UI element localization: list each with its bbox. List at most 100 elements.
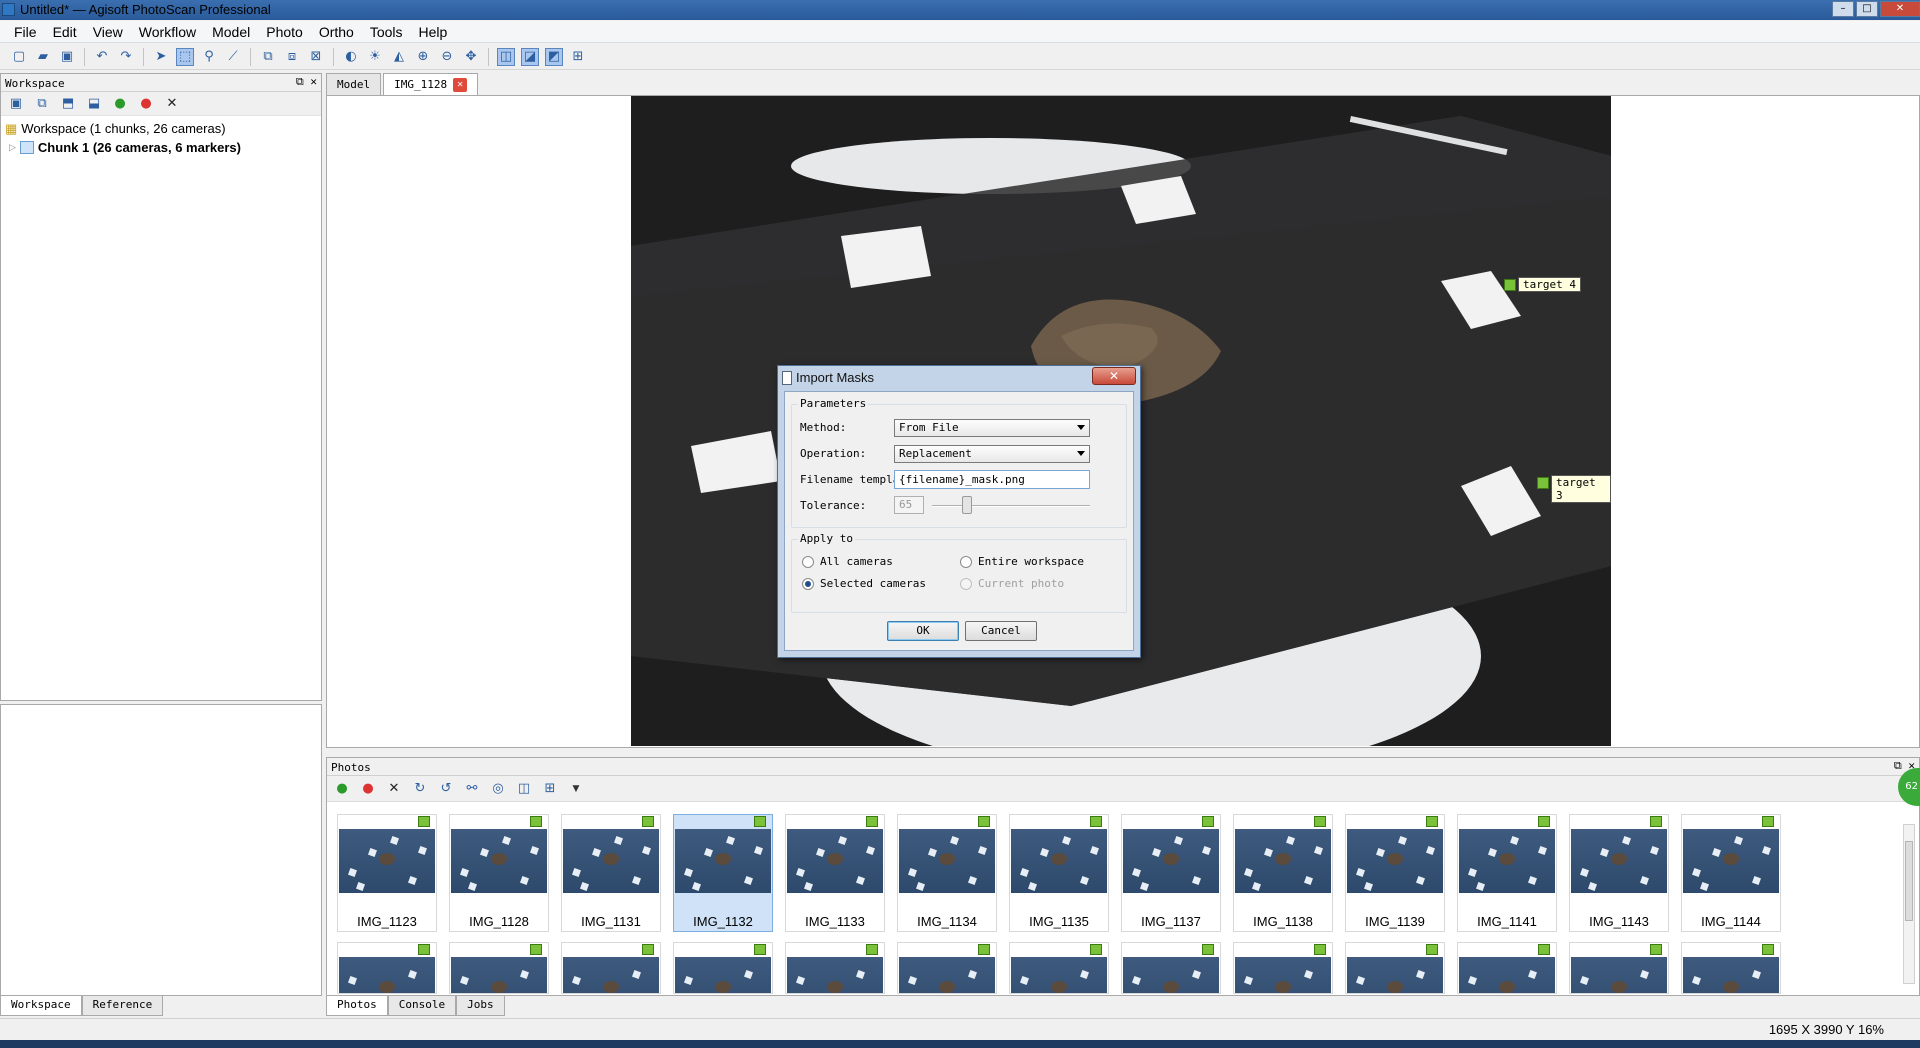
photo-thumbnail[interactable]: IMG_1133	[785, 814, 885, 932]
merge-chunks-icon[interactable]: ⬓	[85, 95, 103, 113]
redo-icon[interactable]: ↷	[117, 48, 135, 66]
disable-camera-icon[interactable]: ●	[359, 780, 377, 798]
mask-icon[interactable]: ◫	[515, 780, 533, 798]
rotate-left-icon[interactable]: ↺	[437, 780, 455, 798]
view-mode-icon[interactable]: ⊞	[541, 780, 559, 798]
photo-thumbnail[interactable]: IMG_1144	[1681, 814, 1781, 932]
photo-thumbnail[interactable]	[561, 942, 661, 994]
ruler-icon[interactable]: ⟋	[224, 48, 242, 66]
tab-reference[interactable]: Reference	[81, 996, 164, 1016]
photo-thumbnail[interactable]: IMG_1123	[337, 814, 437, 932]
dialog-close-button[interactable]: ✕	[1092, 367, 1136, 385]
menu-view[interactable]: View	[85, 24, 131, 40]
tab-model[interactable]: Model	[326, 73, 382, 95]
remove-icon[interactable]: ✕	[163, 95, 181, 113]
photo-thumbnail[interactable]	[337, 942, 437, 994]
close-tab-icon[interactable]: ✕	[453, 77, 468, 92]
tolerance-spinbox[interactable]: 65	[894, 496, 924, 514]
tab-photo[interactable]: IMG_1128 ✕	[383, 73, 479, 95]
subtract-selection-icon[interactable]: ⧈	[283, 48, 301, 66]
photo-thumbnail[interactable]	[1681, 942, 1781, 994]
undo-icon[interactable]: ↶	[93, 48, 111, 66]
save-icon[interactable]: ▣	[58, 48, 76, 66]
photo-thumbnail[interactable]: IMG_1138	[1233, 814, 1333, 932]
tab-workspace[interactable]: Workspace	[0, 996, 82, 1016]
cancel-button[interactable]: Cancel	[965, 621, 1037, 641]
show-markers-icon[interactable]: ◪	[521, 47, 539, 66]
enable-icon[interactable]: ●	[111, 95, 129, 113]
open-icon[interactable]: ▰	[34, 48, 52, 66]
chevron-down-icon[interactable]: ▼	[567, 780, 585, 798]
filename-template-input[interactable]: {filename}_mask.png	[894, 470, 1090, 489]
grid-icon[interactable]: ⊞	[569, 48, 587, 66]
photo-thumbnail[interactable]: IMG_1139	[1345, 814, 1445, 932]
marker-flag-icon[interactable]	[1537, 477, 1549, 489]
photo-thumbnail[interactable]: IMG_1131	[561, 814, 661, 932]
add-chunk-icon[interactable]: ▣	[7, 95, 25, 113]
all-cameras-label[interactable]: All cameras	[820, 555, 893, 568]
expand-icon[interactable]: ▷	[9, 142, 16, 153]
remove-camera-icon[interactable]: ✕	[385, 780, 403, 798]
entire-workspace-radio[interactable]	[960, 556, 972, 568]
menu-file[interactable]: File	[6, 24, 45, 40]
brightness-icon[interactable]: ☀	[366, 48, 384, 66]
ok-button[interactable]: OK	[887, 621, 959, 641]
photo-thumbnail[interactable]: IMG_1134	[897, 814, 997, 932]
maximize-button[interactable]: □	[1856, 1, 1878, 17]
photo-thumbnail[interactable]	[1569, 942, 1669, 994]
all-cameras-radio[interactable]	[802, 556, 814, 568]
menu-photo[interactable]: Photo	[258, 24, 311, 40]
photo-thumbnail[interactable]	[1233, 942, 1333, 994]
photo-thumbnail[interactable]	[1121, 942, 1221, 994]
tolerance-slider-track[interactable]	[932, 505, 1090, 507]
show-masks-icon[interactable]: ◫	[497, 47, 515, 66]
zoom-in-icon[interactable]: ⊕	[414, 48, 432, 66]
menu-ortho[interactable]: Ortho	[311, 24, 362, 40]
rotate-right-icon[interactable]: ↻	[411, 780, 429, 798]
photo-thumbnail[interactable]: IMG_1135	[1009, 814, 1109, 932]
rotate-icon[interactable]: ◐	[342, 48, 360, 66]
magic-wand-icon[interactable]: ⚲	[200, 48, 218, 66]
photos-scrollbar[interactable]	[1903, 824, 1915, 984]
chunk-item[interactable]: ▷ Chunk 1 (26 cameras, 6 markers)	[5, 138, 317, 157]
reset-filter-icon[interactable]: ◎	[489, 780, 507, 798]
disable-icon[interactable]: ●	[137, 95, 155, 113]
marker-flag-icon[interactable]	[1504, 279, 1516, 291]
add-folder-icon[interactable]: ⬒	[59, 95, 77, 113]
photo-thumbnail[interactable]: IMG_1143	[1569, 814, 1669, 932]
marker-label-target-4[interactable]: target 4	[1518, 277, 1581, 292]
tab-photos[interactable]: Photos	[326, 996, 388, 1016]
photo-thumbnail[interactable]	[1457, 942, 1557, 994]
navigation-icon[interactable]: ➤	[152, 48, 170, 66]
menu-help[interactable]: Help	[411, 24, 456, 40]
marker-label-target-3[interactable]: target 3	[1551, 475, 1611, 503]
contrast-icon[interactable]: ◭	[390, 48, 408, 66]
photo-thumbnail[interactable]	[1009, 942, 1109, 994]
crop-icon[interactable]: ⊠	[307, 48, 325, 66]
new-icon[interactable]: ▢	[10, 48, 28, 66]
fit-icon[interactable]: ✥	[462, 48, 480, 66]
operation-select[interactable]: Replacement	[894, 445, 1090, 463]
workspace-root[interactable]: ▦ Workspace (1 chunks, 26 cameras)	[5, 119, 317, 138]
close-window-button[interactable]: ✕	[1880, 1, 1920, 17]
photo-thumbnail[interactable]	[785, 942, 885, 994]
binoculars-icon[interactable]: ⚯	[463, 780, 481, 798]
photo-thumbnail[interactable]	[897, 942, 997, 994]
menu-edit[interactable]: Edit	[45, 24, 85, 40]
photo-thumbnail[interactable]	[673, 942, 773, 994]
tab-console[interactable]: Console	[387, 996, 457, 1016]
method-select[interactable]: From File	[894, 419, 1090, 437]
photo-thumbnail[interactable]: IMG_1132	[673, 814, 773, 932]
rectangle-selection-icon[interactable]: ⬚	[176, 47, 194, 66]
selected-cameras-radio[interactable]	[802, 578, 814, 590]
photo-thumbnail[interactable]: IMG_1141	[1457, 814, 1557, 932]
photo-thumbnail[interactable]	[449, 942, 549, 994]
tab-jobs[interactable]: Jobs	[456, 996, 505, 1016]
photo-thumbnail[interactable]: IMG_1128	[449, 814, 549, 932]
add-photos-icon[interactable]: ⧉	[33, 95, 51, 113]
scrollbar-thumb[interactable]	[1905, 841, 1913, 921]
tolerance-slider-thumb[interactable]	[962, 496, 972, 514]
entire-workspace-label[interactable]: Entire workspace	[978, 555, 1084, 568]
photo-thumbnail[interactable]: IMG_1137	[1121, 814, 1221, 932]
menu-tools[interactable]: Tools	[362, 24, 411, 40]
